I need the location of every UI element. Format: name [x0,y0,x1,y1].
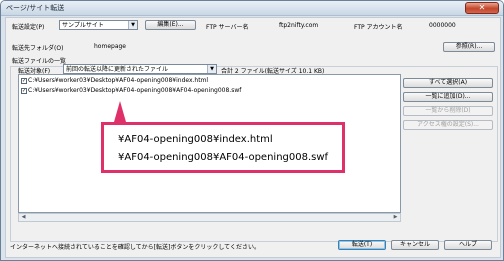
add-to-list-button[interactable]: 一覧に追加(D)... [403,92,493,102]
cancel-button[interactable]: キャンセル [391,240,439,250]
destination-folder-label: 転送先フォルダ(O) [12,45,64,52]
list-item[interactable]: ✓ C:¥Users¥worker03¥Desktop¥AF04-opening0… [21,87,241,95]
file-path: C:¥Users¥worker03¥Desktop¥AF04-opening00… [28,87,242,94]
title-bar: ページ/サイト転送 ✕ [1,1,503,16]
browse-button[interactable]: 参照(R)... [443,42,495,52]
destination-folder-value: homepage [94,43,126,50]
transfer-target-select[interactable]: 前回の転送以降に更新されたファイル ▼ [63,64,217,74]
ftp-server-value: ftp2nifty.com [279,22,319,29]
help-button[interactable]: ヘルプ [444,240,492,250]
site-select[interactable]: サンプルサイト ▼ [59,20,138,30]
transfer-dialog: ページ/サイト転送 ✕ 転送設定(P) サンプルサイト ▼ 編集(E)... F… [0,0,504,261]
close-button[interactable]: ✕ [465,2,499,14]
site-select-value: サンプルサイト [62,22,104,29]
transfer-target-value: 前回の転送以降に更新されたファイル [66,66,169,73]
horizontal-scrollbar[interactable]: ◀ ▶ [18,213,401,222]
status-message: インターネットへ接続されていることを確認してから[転送]ボタンをクリックしてくだ… [10,244,260,251]
ftp-account-label: FTP アカウント名 [354,24,403,31]
scroll-right-icon[interactable]: ▶ [391,214,400,221]
dropdown-arrow-icon: ▼ [207,65,216,73]
file-path: C:¥Users¥worker03¥Desktop¥AF04-opening00… [28,77,209,84]
ftp-server-label: FTP サーバー名 [206,24,249,31]
ftp-account-value: 0000000 [429,22,456,29]
checkbox-checked-icon[interactable]: ✓ [21,87,27,94]
transfer-button[interactable]: 転送(T) [338,240,386,250]
access-rights-button[interactable]: アクセス権の設定(S)... [403,120,493,130]
callout-line-2: ¥AF04-opening008¥AF04-opening008.swf [118,152,329,163]
edit-button[interactable]: 編集(E)... [145,20,196,30]
site-setting-label: 転送設定(P) [12,24,45,31]
list-item[interactable]: ✓ C:¥Users¥worker03¥Desktop¥AF04-opening0… [21,77,208,85]
checkbox-checked-icon[interactable]: ✓ [21,77,27,84]
remove-from-list-button[interactable]: 一覧から削除(D) [403,106,493,116]
select-all-button[interactable]: すべて選択(A) [403,78,493,88]
window-title: ページ/サイト転送 [6,4,65,12]
path-callout: ¥AF04-opening008¥index.html ¥AF04-openin… [101,122,345,173]
file-list-group-label: 転送ファイルの一覧 [12,58,67,65]
callout-line-1: ¥AF04-opening008¥index.html [118,134,273,145]
scroll-left-icon[interactable]: ◀ [19,214,28,221]
dropdown-arrow-icon: ▼ [128,21,137,29]
callout-pointer [114,101,126,122]
